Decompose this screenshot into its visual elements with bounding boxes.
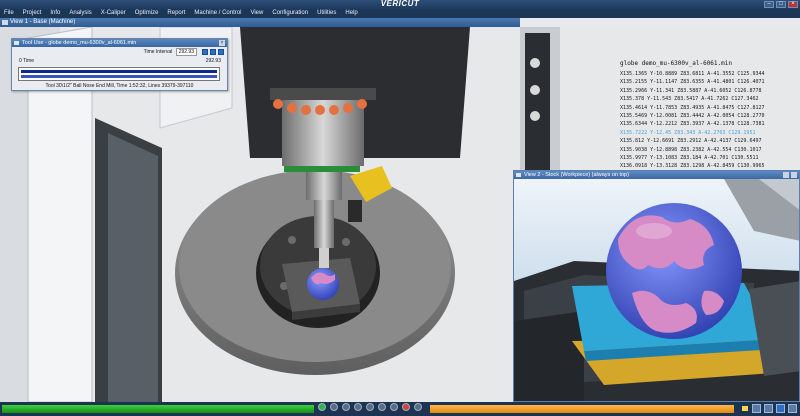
menu-item-machine-control[interactable]: Machine / Control (194, 9, 241, 18)
view1-header: View 1 - Base (Machine) (0, 18, 520, 27)
nc-code-line[interactable]: X135.5469 Y-12.0081 Z83.4442 A-42.0054 C… (620, 112, 770, 120)
nc-code-line[interactable]: X135.4614 Y-11.7853 Z83.4935 A-41.8475 C… (620, 104, 770, 112)
menu-item-x-caliper[interactable]: X-Caliper (101, 9, 126, 18)
close-icon[interactable]: × (219, 40, 225, 46)
tool-usage-bar (21, 70, 217, 73)
menu-item-file[interactable]: File (4, 9, 14, 18)
minimize-button[interactable]: – (764, 1, 774, 8)
nc-code-line[interactable]: X135.7222 Y-12.45 Z83.343 A-42.2763 C129… (620, 129, 770, 137)
menu-item-project[interactable]: Project (23, 9, 42, 18)
step-icon[interactable] (330, 403, 338, 411)
menu-item-report[interactable]: Report (167, 9, 185, 18)
info-indicator-icon[interactable] (414, 403, 422, 411)
menu-item-info[interactable]: Info (50, 9, 60, 18)
menu-item-analysis[interactable]: Analysis (69, 9, 91, 18)
tool-use-window[interactable]: Tool Use - globe demo_mu-6300v_al-6061.m… (11, 38, 228, 91)
window-controls: – □ × (764, 1, 798, 8)
view-layout-button[interactable] (752, 404, 761, 413)
tool-usage-bar (21, 75, 217, 78)
time-interval-field[interactable]: Time Interval 292.93 (143, 48, 197, 56)
minimize-icon[interactable] (783, 172, 789, 178)
menu-bar: File Project Info Analysis X-Caliper Optimize… (0, 9, 800, 18)
secondary-progress-bar (430, 405, 734, 413)
play-icon[interactable] (318, 403, 326, 411)
window-icon (14, 41, 19, 45)
app-title: VERICUT (380, 0, 420, 8)
menu-item-configuration[interactable]: Configuration (272, 9, 308, 18)
cycle-icon[interactable] (378, 403, 386, 411)
view-reset-button[interactable] (788, 404, 797, 413)
menu-item-optimize[interactable]: Optimize (135, 9, 159, 18)
nc-filename: globe demo_mu-6300v_al-6061.min (620, 60, 732, 67)
end-time-label: 292.93 (205, 58, 221, 64)
view-fit-button[interactable] (764, 404, 773, 413)
fit-button[interactable] (218, 49, 224, 55)
menu-item-help[interactable]: Help (345, 9, 357, 18)
nc-code-line[interactable]: X135.2155 Y-11.1147 Z83.6355 A-41.4801 C… (620, 78, 770, 86)
options-icon[interactable] (390, 403, 398, 411)
window-icon (2, 20, 8, 25)
nc-code-line[interactable]: X135.9977 Y-13.1083 Z83.184 A-42.701 C13… (620, 154, 770, 162)
stock-scene (514, 179, 799, 401)
window-icon (516, 173, 521, 177)
zoom-in-button[interactable] (202, 49, 208, 55)
maximize-button[interactable]: □ (776, 1, 786, 8)
tool-info: Tool 30\1/2" Ball Nose End Mill, Time 1:… (45, 83, 194, 89)
tool-use-title: Tool Use - globe demo_mu-6300v_al-6061.m… (22, 40, 137, 46)
view2-title: View 2 - Stock (Workpiece) (always on to… (524, 172, 629, 178)
tool-use-title-bar[interactable]: Tool Use - globe demo_mu-6300v_al-6061.m… (12, 39, 227, 47)
simulation-progress-bar (2, 405, 314, 413)
time-interval-value[interactable]: 292.93 (175, 48, 197, 56)
close-button[interactable]: × (788, 1, 798, 8)
error-indicator-icon[interactable] (402, 403, 410, 411)
nc-code-line[interactable]: X135.378 Y-11.543 Z83.5417 A-41.7262 C12… (620, 95, 770, 103)
zoom-out-button[interactable] (210, 49, 216, 55)
warning-indicator (742, 406, 748, 411)
maximize-icon[interactable] (791, 172, 797, 178)
single-step-icon[interactable] (366, 403, 374, 411)
nc-code-line[interactable]: X135.812 Y-12.6691 Z83.2912 A-42.4137 C1… (620, 137, 770, 145)
view-zoom-button[interactable] (776, 404, 785, 413)
stop-icon[interactable] (342, 403, 350, 411)
menu-item-utilities[interactable]: Utilities (317, 9, 336, 18)
view1-title: View 1 - Base (Machine) (10, 19, 76, 25)
title-bar: VERICUT – □ × (0, 0, 800, 9)
nc-code-line[interactable]: X135.9038 Y-12.8898 Z83.2382 A-42.554 C1… (620, 146, 770, 154)
view-buttons (752, 404, 797, 413)
tool-usage-chart[interactable] (18, 67, 220, 81)
nc-code-line[interactable]: X135.6344 Y-12.2212 Z83.3937 A-42.1378 C… (620, 120, 770, 128)
nc-code-line[interactable]: X135.1365 Y-10.8889 Z83.6811 A-41.3552 C… (620, 70, 770, 78)
menu-item-view[interactable]: View (250, 9, 263, 18)
view2-stock[interactable]: View 2 - Stock (Workpiece) (always on to… (513, 170, 800, 402)
nc-code-line[interactable]: X135.2966 Y-11.341 Z83.5887 A-41.6052 C1… (620, 87, 770, 95)
status-bar (0, 402, 800, 416)
reset-icon[interactable] (354, 403, 362, 411)
time-interval-label: Time Interval (143, 49, 173, 55)
playback-controls (318, 403, 422, 411)
view2-header: View 2 - Stock (Workpiece) (always on to… (514, 171, 799, 179)
start-time-label: 0 Time (19, 58, 35, 64)
